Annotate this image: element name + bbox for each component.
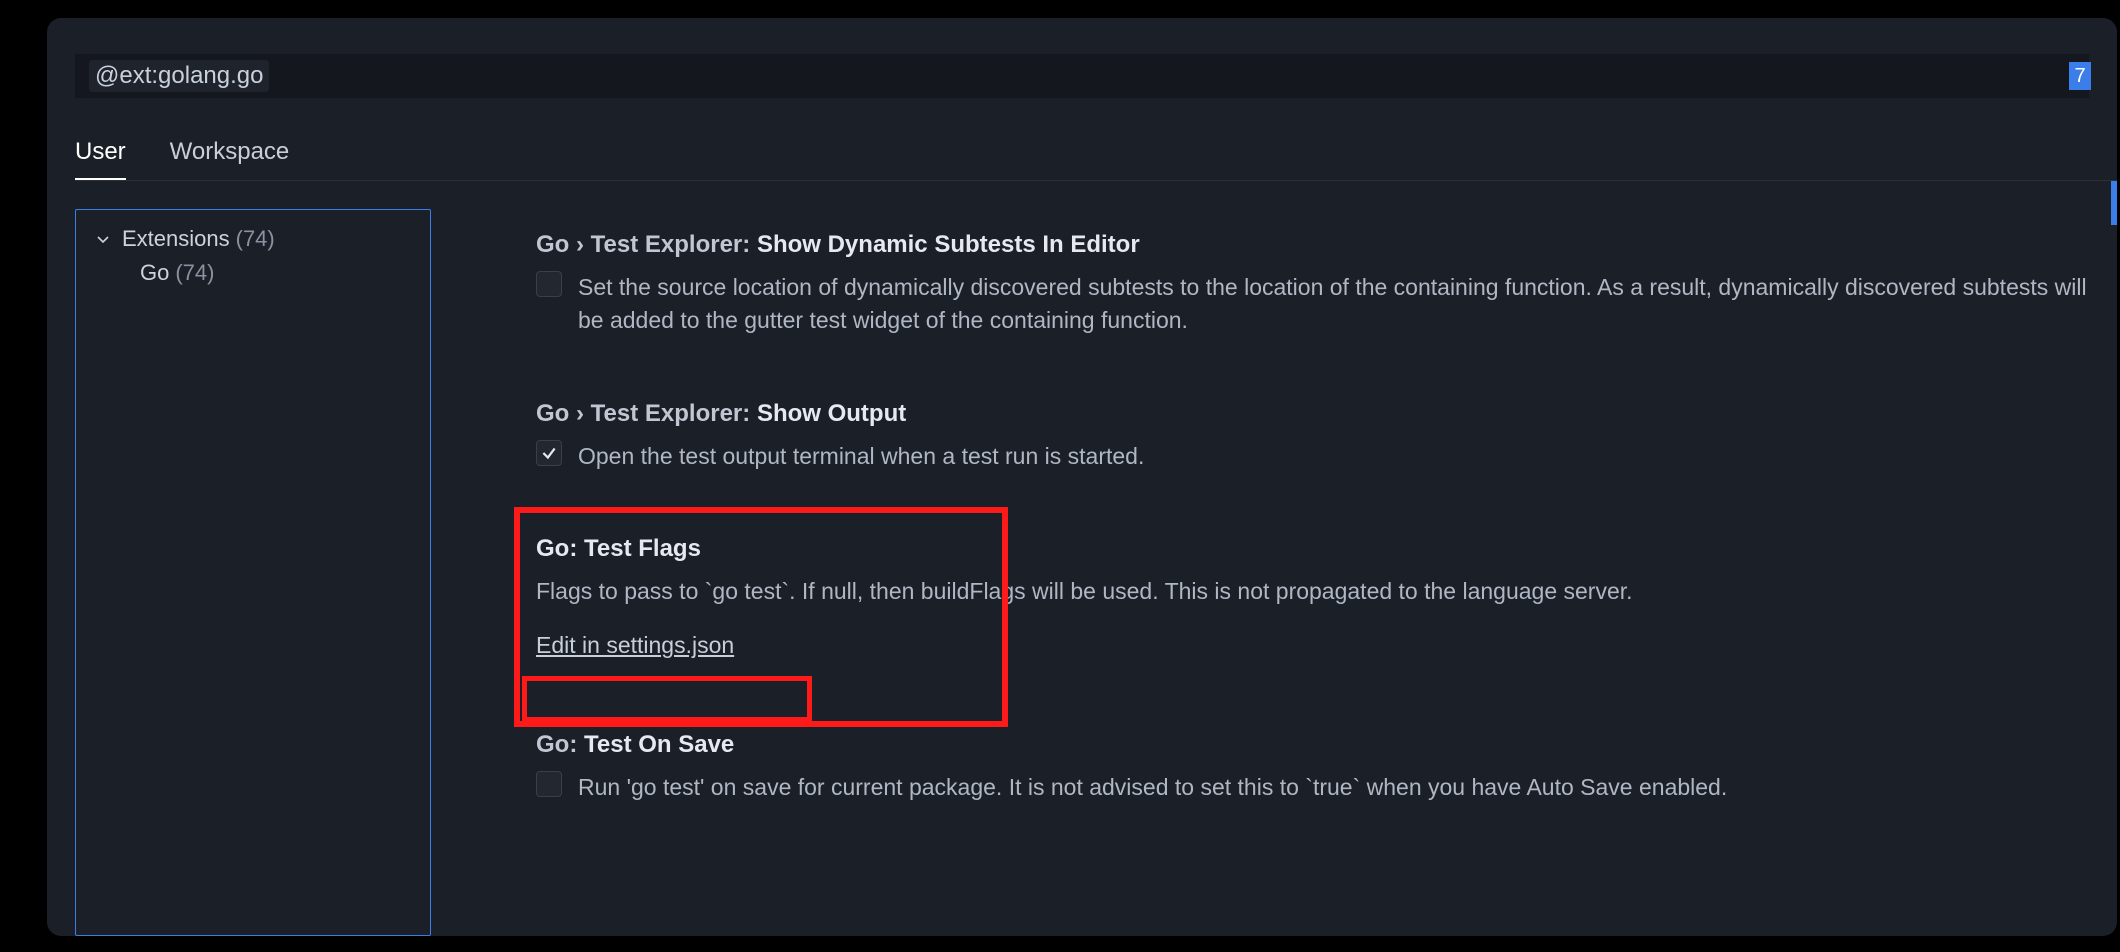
tree-item-extensions-count: (74) (236, 226, 275, 252)
setting-desc: Set the source location of dynamically d… (578, 271, 2117, 338)
settings-window: @ext:golang.go 7 User Workspace Extensio… (47, 18, 2117, 936)
annotation-highlight-inner (522, 676, 812, 722)
settings-content: Go › Test Explorer: Show Dynamic Subtest… (431, 181, 2117, 936)
tree-item-go-label: Go (140, 260, 169, 286)
checkbox-show-output[interactable] (536, 440, 562, 466)
setting-test-flags: Go: Test Flags Flags to pass to `go test… (536, 535, 2117, 659)
setting-desc: Open the test output terminal when a tes… (578, 440, 1144, 473)
setting-title: Go › Test Explorer: Show Dynamic Subtest… (536, 231, 2117, 259)
tab-user[interactable]: User (75, 128, 126, 180)
setting-title: Go › Test Explorer: Show Output (536, 400, 2117, 428)
tree-item-go-count: (74) (175, 260, 214, 286)
setting-name: Show Output (757, 400, 906, 427)
tabs-right-accent (2111, 181, 2117, 225)
setting-path: Go: (536, 731, 577, 758)
tree-item-go[interactable]: Go (74) (76, 256, 430, 290)
edit-in-settings-json-link[interactable]: Edit in settings.json (536, 632, 734, 659)
settings-search-query: @ext:golang.go (89, 60, 269, 92)
setting-path: Go › Test Explorer: (536, 400, 750, 427)
setting-title: Go: Test Flags (536, 535, 2117, 563)
chevron-down-icon (94, 230, 112, 248)
setting-name: Test On Save (584, 731, 734, 758)
setting-desc: Run 'go test' on save for current packag… (578, 771, 1727, 804)
settings-search-bar[interactable]: @ext:golang.go 7 (75, 54, 2089, 98)
settings-tree-sidebar: Extensions (74) Go (74) (75, 209, 431, 936)
setting-title: Go: Test On Save (536, 731, 2117, 759)
setting-desc: Flags to pass to `go test`. If null, the… (536, 575, 2096, 608)
settings-scope-tabs: User Workspace (75, 128, 2117, 181)
setting-path: Go › Test Explorer: (536, 231, 750, 258)
setting-name: Show Dynamic Subtests In Editor (757, 231, 1140, 258)
tab-workspace[interactable]: Workspace (170, 128, 290, 180)
settings-body: Extensions (74) Go (74) Go › Test Explor… (47, 181, 2117, 936)
setting-show-dynamic-subtests: Go › Test Explorer: Show Dynamic Subtest… (536, 231, 2117, 338)
setting-show-output: Go › Test Explorer: Show Output Open the… (536, 400, 2117, 473)
search-results-badge: 7 (2069, 62, 2091, 90)
setting-test-on-save: Go: Test On Save Run 'go test' on save f… (536, 731, 2117, 804)
setting-name: Test Flags (584, 535, 701, 562)
checkbox-show-dynamic-subtests[interactable] (536, 271, 562, 297)
modified-indicator (514, 533, 518, 613)
tree-item-extensions[interactable]: Extensions (74) (76, 222, 430, 256)
tree-item-extensions-label: Extensions (122, 226, 230, 252)
checkbox-test-on-save[interactable] (536, 771, 562, 797)
setting-path: Go: (536, 535, 577, 562)
